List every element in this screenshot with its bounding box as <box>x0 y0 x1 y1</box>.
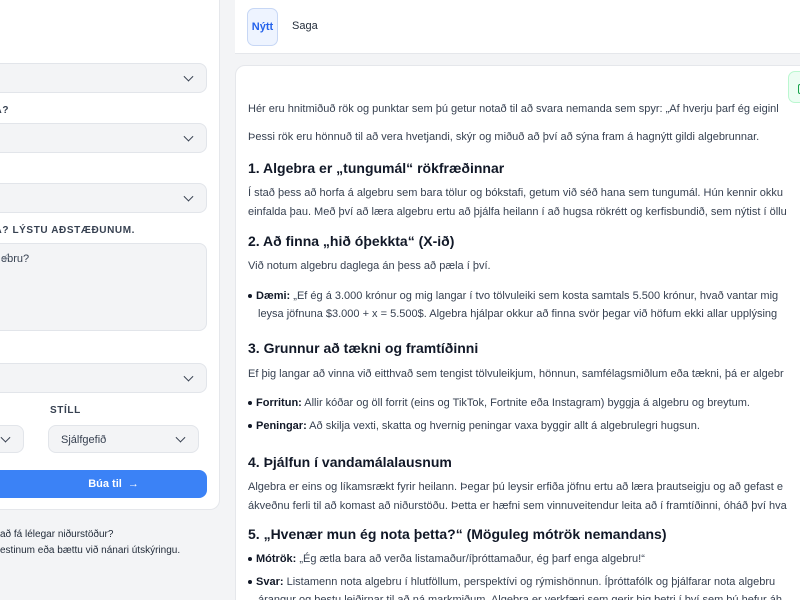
section-heading: 4. Þjálfun í vandamálalausnum <box>248 454 452 470</box>
paragraph: einfalda þau. Með því að læra algebru er… <box>248 206 787 218</box>
list-item: Forritun: Allir kóðar og öll forrit (ein… <box>248 395 750 412</box>
chevron-down-icon <box>175 432 186 443</box>
paragraph: Algebra er eins og líkamsrækt fyrir heil… <box>248 481 784 493</box>
resize-handle-icon[interactable] <box>1 253 9 261</box>
style-select[interactable]: Sjálfgefið <box>48 425 199 453</box>
topic-select[interactable] <box>0 63 207 93</box>
copy-button[interactable] <box>788 71 800 103</box>
paragraph: ákveðnu ferli til að komast að niðurstöð… <box>248 500 787 512</box>
list-item-continued: leysa jöfnuna $3.000 + x = 5.500$. Algeb… <box>258 308 778 320</box>
paragraph: Ef þig langar að vinna við eitthvað sem … <box>248 368 784 380</box>
chevron-down-icon <box>183 191 194 202</box>
section-heading: 5. „Hvenær mun ég nota þetta?“ (Möguleg … <box>248 526 667 542</box>
level-select[interactable] <box>0 183 207 213</box>
tab-history[interactable]: Saga <box>292 20 318 32</box>
list-item: Svar: Listamenn nota algebru í hlutföllu… <box>248 574 775 591</box>
format-select[interactable] <box>0 363 207 393</box>
chevron-down-icon <box>183 71 194 82</box>
chevron-down-icon <box>183 371 194 382</box>
settings-panel: OJA? OJA? LÝSTU AÐSTÆÐUNUM. ebru? STÍLL … <box>0 0 220 510</box>
tab-bar: Nýtt Saga <box>235 0 800 54</box>
create-button[interactable]: Búa til → <box>0 470 207 498</box>
situation-textarea[interactable]: ebru? <box>0 243 207 331</box>
chevron-down-icon <box>0 432 11 443</box>
chevron-down-icon <box>183 131 194 142</box>
style-select-value: Sjálfgefið <box>61 434 107 446</box>
arrow-right-icon: → <box>127 478 139 490</box>
paragraph: Í stað þess að horfa á algebru sem bara … <box>248 187 784 199</box>
hint-line: estinum eða bættu við nánari útskýringu. <box>0 545 181 556</box>
paragraph: Við notum algebru daglega án þess að pæl… <box>248 260 491 272</box>
list-item-continued: árangur og bestu leiðirnar til að ná mar… <box>258 594 782 600</box>
length-select[interactable] <box>0 425 24 453</box>
audience-select[interactable] <box>0 123 207 153</box>
style-label: STÍLL <box>50 405 81 416</box>
create-button-label: Búa til <box>88 478 122 490</box>
list-item: Peningar: Að skilja vexti, skatta og hve… <box>248 418 700 435</box>
section-heading: 2. Að finna „hið óþekkta“ (X-ið) <box>248 233 455 249</box>
list-item: Dæmi: „Ef ég á 3.000 krónur og mig langa… <box>248 288 778 305</box>
intro-text: Hér eru hnitmiðuð rök og punktar sem þú … <box>248 103 779 115</box>
section-heading: 3. Grunnur að tækni og framtíðinni <box>248 340 479 356</box>
field-label: OJA? <box>0 105 10 116</box>
tab-new[interactable]: Nýtt <box>247 8 278 46</box>
intro-text-2: Þessi rök eru hönnuð til að vera hvetjan… <box>248 131 760 143</box>
section-heading: 1. Algebra er „tungumál“ rökfræðinnar <box>248 160 505 176</box>
situation-label: OJA? LÝSTU AÐSTÆÐUNUM. <box>0 225 136 236</box>
list-item: Mótrök: „Ég ætla bara að verða listamaðu… <box>248 551 645 568</box>
result-card: Hér eru hnitmiðuð rök og punktar sem þú … <box>235 65 800 600</box>
hint-line: að fá lélegar niðurstöður? <box>0 529 114 540</box>
